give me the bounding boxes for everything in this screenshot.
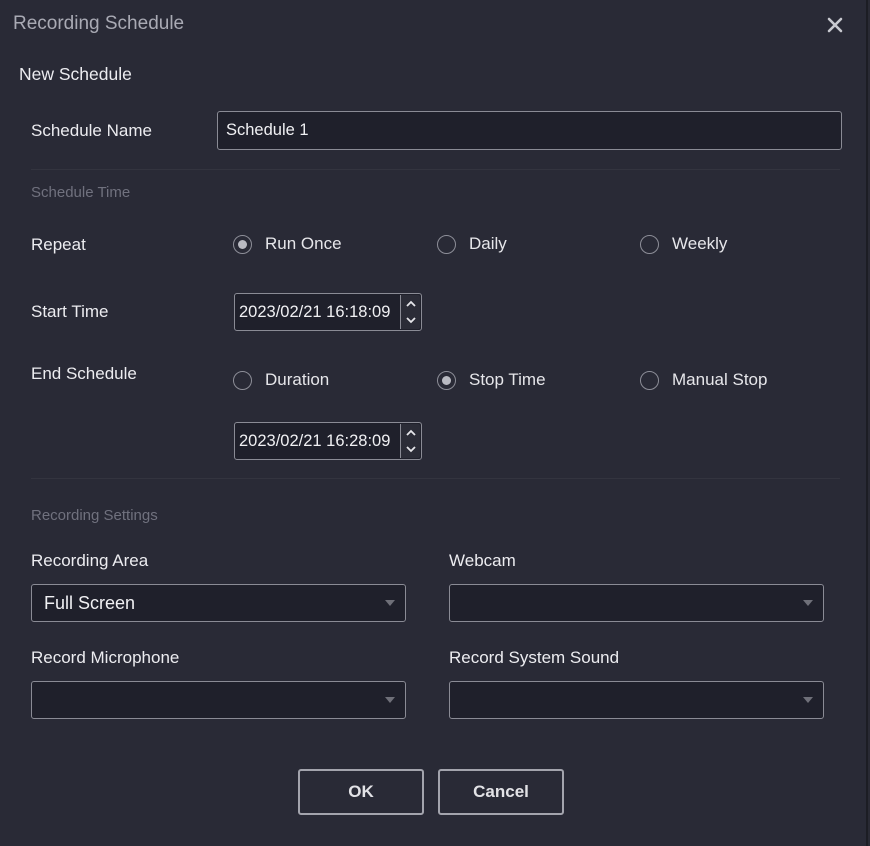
schedule-time-heading: Schedule Time <box>31 184 131 201</box>
spin-up-button[interactable] <box>401 295 420 312</box>
recording-settings-heading: Recording Settings <box>31 507 158 524</box>
spin-up-button[interactable] <box>401 424 420 441</box>
radio-circle <box>233 370 252 390</box>
chevron-down-icon <box>405 317 416 324</box>
radio-circle <box>640 234 659 254</box>
ok-button[interactable]: OK <box>298 769 424 815</box>
radio-circle <box>437 370 456 390</box>
recording-area-select[interactable]: Full Screen <box>31 584 406 622</box>
radio-label: Weekly <box>672 234 728 253</box>
repeat-label: Repeat <box>31 235 86 254</box>
radio-selected-dot <box>442 375 451 385</box>
caret-down-icon <box>793 600 823 606</box>
window-title: Recording Schedule <box>13 13 185 34</box>
chevron-up-icon <box>405 300 416 307</box>
start-time-spinner <box>400 295 420 329</box>
spin-down-button[interactable] <box>401 441 420 458</box>
webcam-label: Webcam <box>449 551 516 570</box>
divider <box>31 169 840 170</box>
record-microphone-select[interactable] <box>31 681 406 719</box>
radio-circle <box>437 234 456 254</box>
stop-time-value[interactable]: 2023/02/21 16:28:09 <box>235 432 400 451</box>
record-system-sound-label: Record System Sound <box>449 648 620 667</box>
start-time-value[interactable]: 2023/02/21 16:18:09 <box>235 303 400 322</box>
end-schedule-label: End Schedule <box>31 364 137 383</box>
cancel-button[interactable]: Cancel <box>438 769 564 815</box>
stop-time-spinner <box>400 424 420 458</box>
chevron-down-icon <box>405 446 416 453</box>
start-time-picker[interactable]: 2023/02/21 16:18:09 <box>234 293 422 331</box>
recording-area-value: Full Screen <box>44 592 136 613</box>
record-microphone-label: Record Microphone <box>31 648 180 667</box>
radio-label: Duration <box>265 370 330 389</box>
divider <box>31 478 840 479</box>
webcam-select[interactable] <box>449 584 824 622</box>
record-system-sound-select[interactable] <box>449 681 824 719</box>
radio-label: Run Once <box>265 234 342 253</box>
radio-label: Manual Stop <box>672 370 768 389</box>
section-title: New Schedule <box>19 64 132 84</box>
radio-stop-time[interactable]: Stop Time <box>437 370 546 390</box>
close-icon <box>827 17 843 33</box>
radio-run-once[interactable]: Run Once <box>233 234 342 254</box>
schedule-name-label: Schedule Name <box>31 121 152 140</box>
radio-weekly[interactable]: Weekly <box>640 234 727 254</box>
caret-down-icon <box>793 697 823 703</box>
caret-down-icon <box>375 600 405 606</box>
schedule-name-input[interactable] <box>217 111 842 150</box>
close-button[interactable] <box>822 12 848 38</box>
recording-area-label: Recording Area <box>31 551 149 570</box>
radio-circle <box>233 234 252 254</box>
radio-manual-stop[interactable]: Manual Stop <box>640 370 767 390</box>
spin-down-button[interactable] <box>401 312 420 329</box>
radio-daily[interactable]: Daily <box>437 234 507 254</box>
radio-circle <box>640 370 659 390</box>
radio-selected-dot <box>238 239 247 249</box>
radio-label: Daily <box>469 234 507 253</box>
start-time-label: Start Time <box>31 302 109 321</box>
radio-label: Stop Time <box>469 370 546 389</box>
chevron-up-icon <box>405 429 416 436</box>
recording-schedule-dialog: Recording Schedule New Schedule Schedule… <box>0 0 868 846</box>
radio-duration[interactable]: Duration <box>233 370 329 390</box>
caret-down-icon <box>375 697 405 703</box>
stop-time-picker[interactable]: 2023/02/21 16:28:09 <box>234 422 422 460</box>
